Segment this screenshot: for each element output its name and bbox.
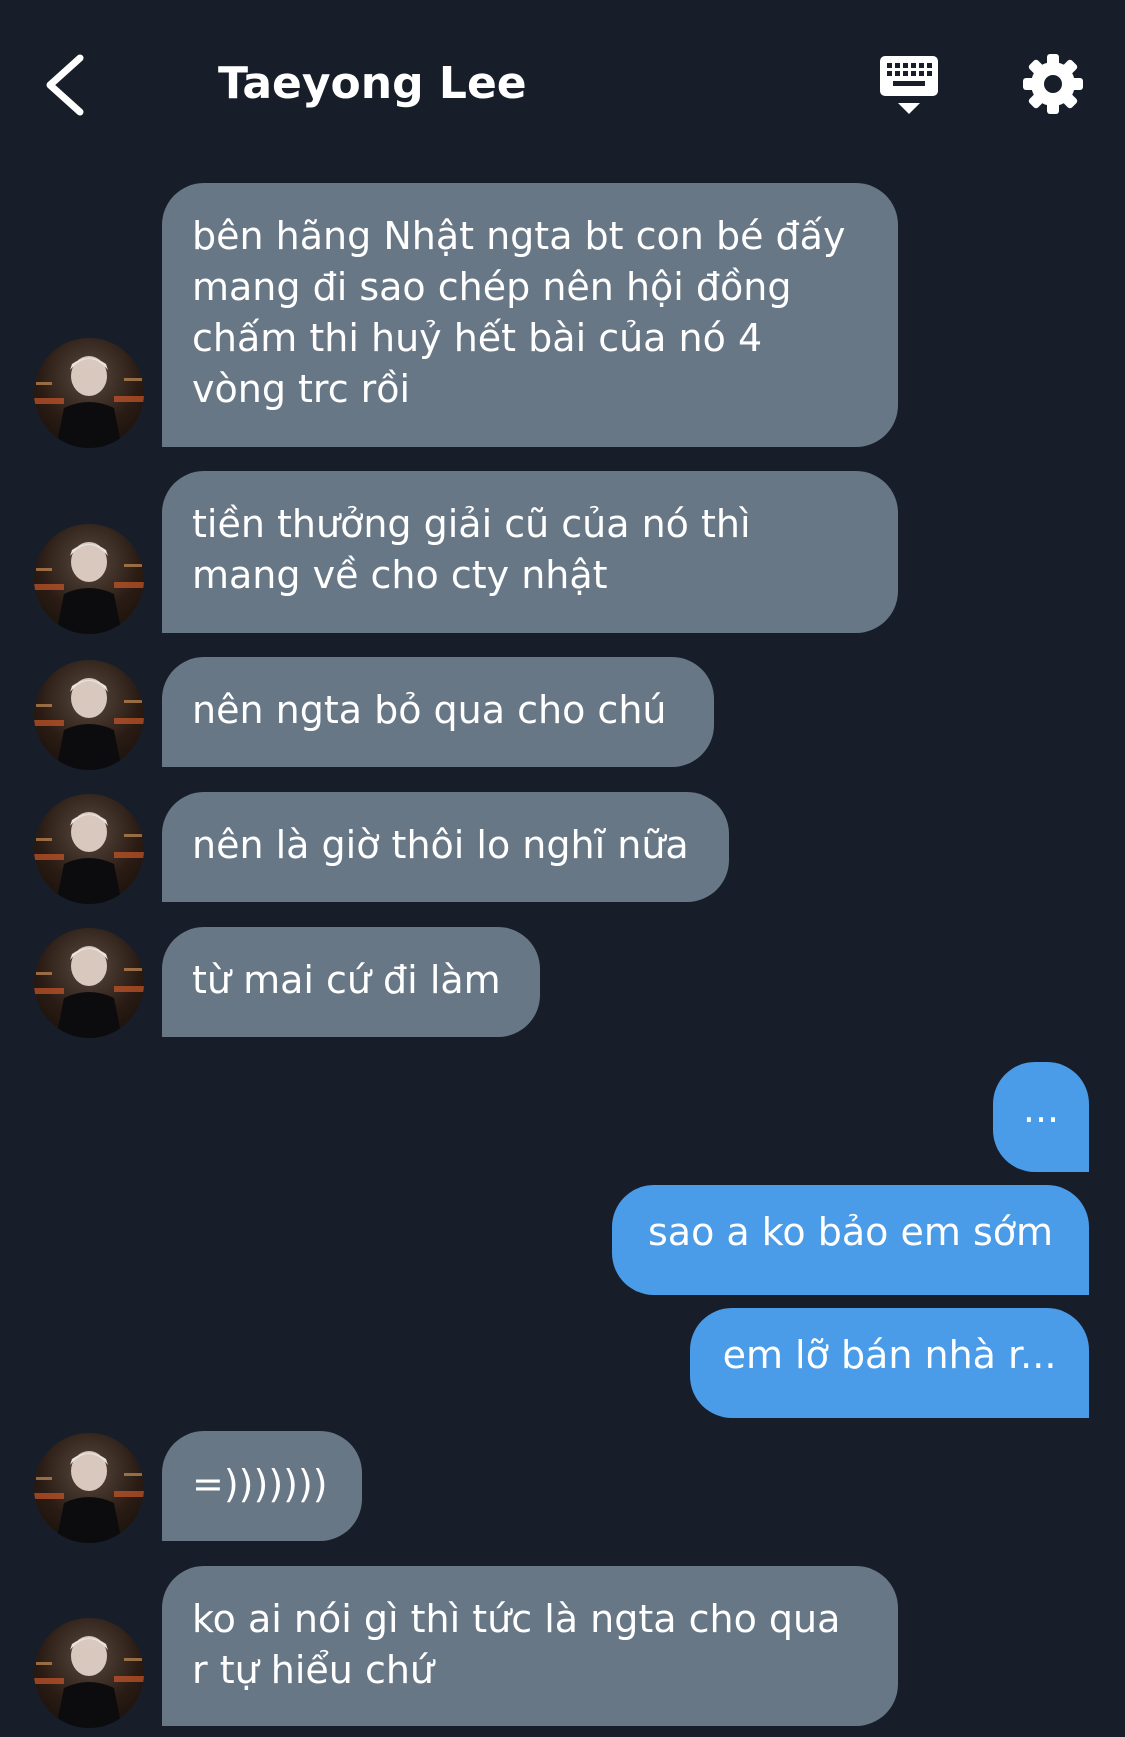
- message-line: chấm thi huỷ hết bài của nó 4: [192, 316, 763, 360]
- avatar-photo: [34, 946, 144, 1038]
- avatar-photo: [34, 678, 144, 770]
- message-line: =))))))): [192, 1462, 328, 1506]
- outgoing-message[interactable]: sao a ko bảo em sớm: [612, 1185, 1089, 1295]
- avatar-photo: [34, 542, 144, 634]
- message-line: từ mai cứ đi làm: [192, 958, 501, 1002]
- incoming-message[interactable]: ko ai nói gì thì tức là ngta cho qua r t…: [162, 1566, 898, 1726]
- avatar[interactable]: [34, 338, 144, 448]
- keyboard-icon: [880, 56, 938, 114]
- avatar-photo: [34, 356, 144, 448]
- avatar[interactable]: [34, 794, 144, 904]
- message-line: sao a ko bảo em sớm: [647, 1210, 1054, 1254]
- outgoing-message[interactable]: em lỡ bán nhà r...: [690, 1308, 1089, 1418]
- message-line: em lỡ bán nhà r...: [722, 1333, 1057, 1377]
- contact-name: Taeyong Lee: [218, 58, 527, 109]
- message-line: ...: [1022, 1087, 1060, 1131]
- avatar-photo: [34, 1451, 144, 1543]
- incoming-message[interactable]: tiền thưởng giải cũ của nó thì mang về c…: [162, 471, 898, 633]
- avatar-photo: [34, 1636, 144, 1728]
- message-line: r tự hiểu chứ: [192, 1648, 435, 1692]
- settings-button[interactable]: [1022, 53, 1084, 115]
- keyboard-button[interactable]: [876, 54, 942, 120]
- avatar-photo: [34, 812, 144, 904]
- incoming-message[interactable]: bên hãng Nhật ngta bt con bé đấy mang đi…: [162, 183, 898, 447]
- avatar[interactable]: [34, 1618, 144, 1728]
- message-line: tiền thưởng giải cũ của nó thì: [192, 502, 751, 546]
- incoming-message[interactable]: nên ngta bỏ qua cho chú: [162, 657, 714, 767]
- message-line: bên hãng Nhật ngta bt con bé đấy: [192, 214, 846, 258]
- gear-icon: [1023, 54, 1083, 114]
- avatar[interactable]: [34, 1433, 144, 1543]
- message-line: mang đi sao chép nên hội đồng: [192, 265, 792, 309]
- message-line: vòng trc rồi: [192, 367, 411, 411]
- message-line: ko ai nói gì thì tức là ngta cho qua: [192, 1597, 841, 1641]
- avatar[interactable]: [34, 928, 144, 1038]
- back-button[interactable]: [38, 50, 98, 120]
- incoming-message[interactable]: nên là giờ thôi lo nghĩ nữa: [162, 792, 729, 902]
- message-line: nên là giờ thôi lo nghĩ nữa: [192, 823, 689, 867]
- incoming-message[interactable]: từ mai cứ đi làm: [162, 927, 540, 1037]
- message-line: nên ngta bỏ qua cho chú: [192, 688, 667, 732]
- incoming-message[interactable]: =))))))): [162, 1431, 362, 1541]
- avatar[interactable]: [34, 660, 144, 770]
- chevron-left-icon: [46, 54, 84, 116]
- outgoing-message[interactable]: ...: [993, 1062, 1089, 1172]
- chat-header: Taeyong Lee: [0, 0, 1125, 170]
- message-line: mang về cho cty nhật: [192, 553, 608, 597]
- avatar[interactable]: [34, 524, 144, 634]
